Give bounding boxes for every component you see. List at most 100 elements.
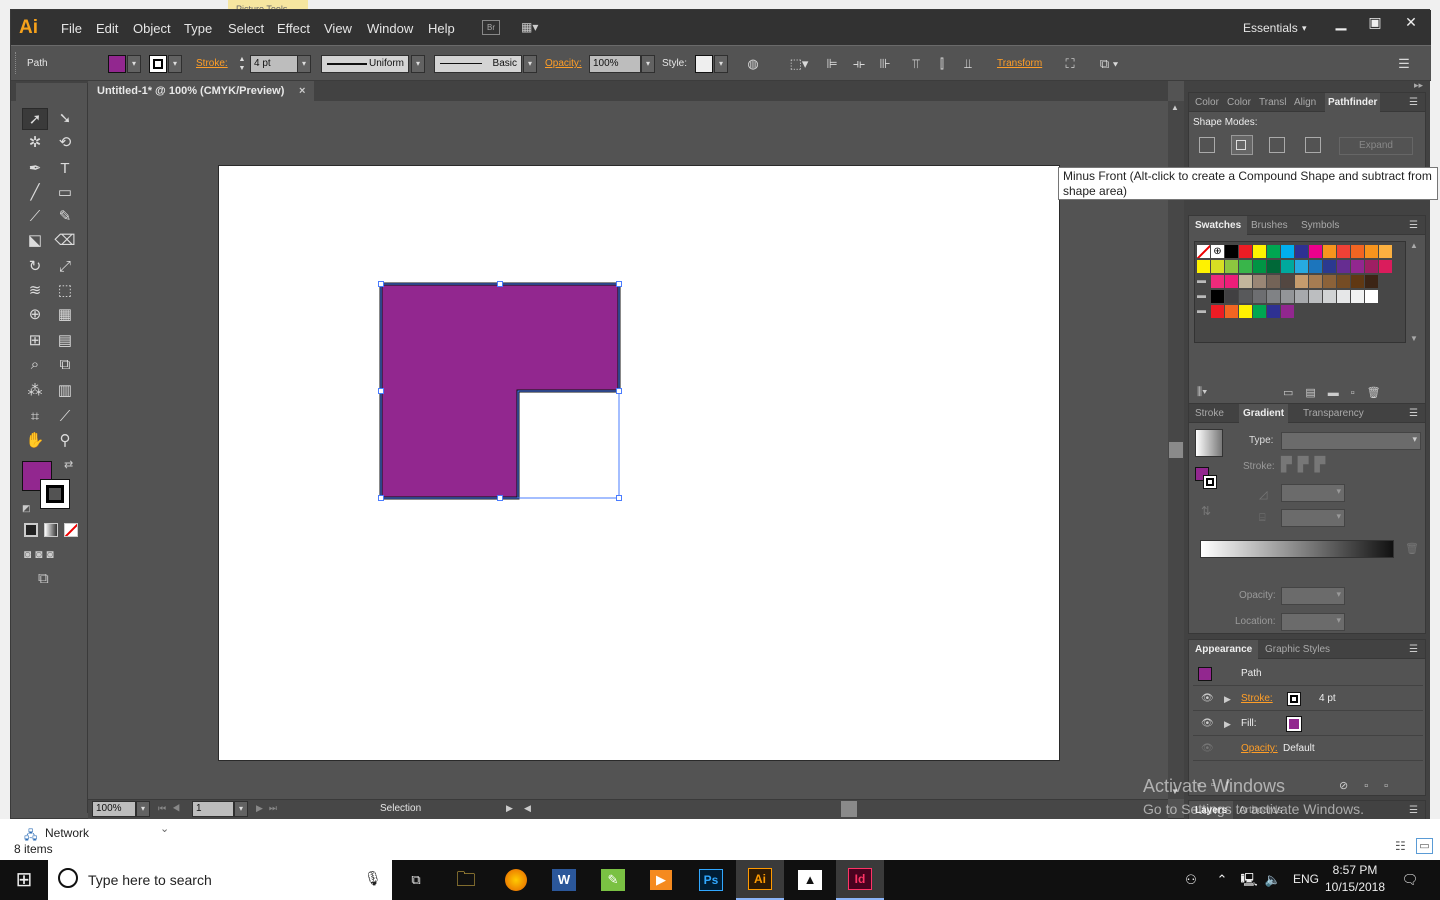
visibility-eye-icon[interactable]: 👁 — [1201, 712, 1214, 736]
swatch[interactable] — [1239, 260, 1252, 273]
align-top-icon[interactable]: ⫪ — [908, 56, 924, 72]
file-explorer-icon[interactable]: 🗀 — [450, 865, 482, 895]
appearance-fill-label[interactable]: Fill: — [1241, 712, 1257, 736]
swatch[interactable] — [1225, 305, 1238, 318]
swatch-folder-icon[interactable]: ▬ — [1197, 290, 1210, 303]
tab-gradient[interactable]: Gradient — [1239, 404, 1289, 423]
swatch[interactable] — [1365, 290, 1378, 303]
intersect-icon[interactable] — [1269, 137, 1285, 153]
gradient-tool-icon[interactable]: ▤ — [52, 330, 78, 352]
menu-effect[interactable]: Effect — [277, 10, 310, 45]
swatch-scroll-up-icon[interactable]: ▲ — [1410, 241, 1418, 250]
swatch[interactable] — [1253, 305, 1266, 318]
swatch[interactable] — [1309, 245, 1322, 258]
swatch[interactable] — [1337, 245, 1350, 258]
swatch[interactable] — [1309, 275, 1322, 288]
swatch[interactable] — [1267, 245, 1280, 258]
screen-mode-icon[interactable]: ⧉ — [38, 570, 49, 587]
tab-color[interactable]: Color — [1195, 93, 1219, 112]
word-icon[interactable]: W — [548, 865, 580, 895]
chevron-up-icon[interactable]: ⌃ — [1212, 865, 1232, 895]
symbol-sprayer-tool-icon[interactable]: ⁂ — [22, 380, 48, 402]
shape-builder-tool-icon[interactable]: ⊕ — [22, 304, 48, 326]
vertical-scrollbar[interactable]: ▲ ▼ — [1168, 101, 1184, 799]
direct-selection-tool-icon[interactable]: ➘ — [52, 108, 78, 130]
control-menu-icon[interactable]: ☰ — [1396, 56, 1412, 72]
photoshop-taskbar-icon[interactable]: Ps — [695, 865, 727, 895]
swatch[interactable] — [1351, 290, 1364, 303]
blend-tool-icon[interactable]: ⧉ — [52, 354, 78, 376]
variable-width-profile[interactable]: Uniform — [321, 55, 409, 73]
details-view-icon[interactable]: ☷ — [1395, 839, 1406, 853]
appearance-stroke-swatch[interactable] — [1287, 692, 1301, 706]
default-colors-icon[interactable]: ◩ — [22, 503, 31, 514]
aspect-ratio-field[interactable]: ▾ — [1281, 509, 1345, 527]
swatch[interactable] — [1239, 305, 1252, 318]
firefox-icon[interactable] — [500, 865, 532, 895]
tab-transform[interactable]: Transl — [1259, 93, 1286, 112]
handle-middle-left[interactable] — [378, 388, 384, 394]
appearance-opacity-row[interactable]: 👁 Opacity: Default — [1193, 737, 1423, 761]
gradient-thumbnail[interactable] — [1195, 429, 1223, 457]
stroke-dropdown[interactable]: ▾ — [168, 55, 182, 73]
swatch[interactable] — [1267, 305, 1280, 318]
opacity-dropdown[interactable]: ▾ — [641, 55, 655, 73]
swatch[interactable] — [1253, 275, 1266, 288]
eyedropper-tool-icon[interactable]: ⌕ — [22, 354, 48, 376]
status-menu-icon[interactable]: ▶ — [506, 803, 513, 814]
swatch[interactable] — [1309, 290, 1322, 303]
swatch[interactable] — [1239, 245, 1252, 258]
swatch[interactable] — [1281, 290, 1294, 303]
chevron-down-icon[interactable]: ⌄ — [160, 822, 169, 835]
swatch[interactable] — [1225, 260, 1238, 273]
isolate-icon[interactable]: ⛶ — [1061, 56, 1079, 72]
expand-dock-icon[interactable]: ▸▸ — [1414, 80, 1423, 91]
tab-swatches[interactable]: Swatches — [1189, 216, 1248, 235]
angle-field[interactable]: ▾ — [1281, 484, 1345, 502]
align-middle-icon[interactable]: ⫿ — [934, 56, 950, 72]
task-view-icon[interactable]: ⧉ — [400, 865, 432, 895]
panel-menu-icon[interactable]: ☰ — [1409, 216, 1418, 235]
mesh-tool-icon[interactable]: ⊞ — [22, 330, 48, 352]
appearance-fill-swatch[interactable] — [1286, 716, 1302, 732]
menu-help[interactable]: Help — [428, 10, 455, 45]
swatch[interactable] — [1309, 260, 1322, 273]
search-box[interactable]: Type here to search 🎙 — [48, 860, 392, 900]
tab-symbols[interactable]: Symbols — [1301, 216, 1339, 235]
menu-file[interactable]: File — [61, 10, 82, 45]
hscroll-thumb[interactable] — [841, 801, 857, 817]
microphone-icon[interactable]: 🎙 — [364, 870, 382, 887]
zoom-field[interactable]: 100% — [92, 801, 136, 817]
large-icons-view-icon[interactable]: ▭ — [1416, 838, 1433, 854]
swatch[interactable] — [1267, 290, 1280, 303]
menu-view[interactable]: View — [324, 10, 352, 45]
visibility-eye-icon[interactable]: 👁 — [1201, 737, 1214, 761]
brush-definition[interactable]: Basic — [434, 55, 522, 73]
swatch[interactable] — [1211, 260, 1224, 273]
close-icon[interactable]: ✕ — [1394, 12, 1428, 34]
maximize-icon[interactable]: ▣ — [1358, 12, 1392, 34]
swatch[interactable] — [1337, 260, 1350, 273]
stroke-gradient-options-icons[interactable]: ▛▛▛ — [1281, 456, 1351, 476]
artboard-dropdown[interactable]: ▾ — [234, 801, 248, 817]
swatch-scroll-down-icon[interactable]: ▼ — [1410, 334, 1418, 343]
swatch[interactable] — [1267, 275, 1280, 288]
swatch[interactable] — [1211, 290, 1224, 303]
artboard-tool-icon[interactable]: ⌗ — [22, 406, 48, 428]
panel-menu-icon[interactable]: ☰ — [1409, 801, 1418, 820]
swatch[interactable] — [1351, 260, 1364, 273]
illustrator-taskbar-button[interactable]: Ai — [736, 860, 784, 900]
scroll-thumb[interactable] — [1169, 442, 1183, 458]
width-tool-icon[interactable]: ≋ — [22, 280, 48, 302]
swatch[interactable] — [1253, 245, 1266, 258]
blob-brush-tool-icon[interactable]: ⬕ — [22, 230, 48, 252]
swap-colors-icon[interactable]: ⇄ — [64, 458, 73, 471]
swatch[interactable] — [1295, 245, 1308, 258]
stroke-weight-field[interactable]: 4 pt — [250, 55, 298, 73]
menu-select[interactable]: Select — [228, 10, 264, 45]
align-center-icon[interactable]: ⟛ — [851, 56, 867, 72]
tab-align[interactable]: Align — [1294, 93, 1316, 112]
appearance-stroke-value[interactable]: 4 pt — [1319, 687, 1336, 711]
profile-dropdown[interactable]: ▾ — [411, 55, 425, 73]
swatch[interactable] — [1281, 305, 1294, 318]
